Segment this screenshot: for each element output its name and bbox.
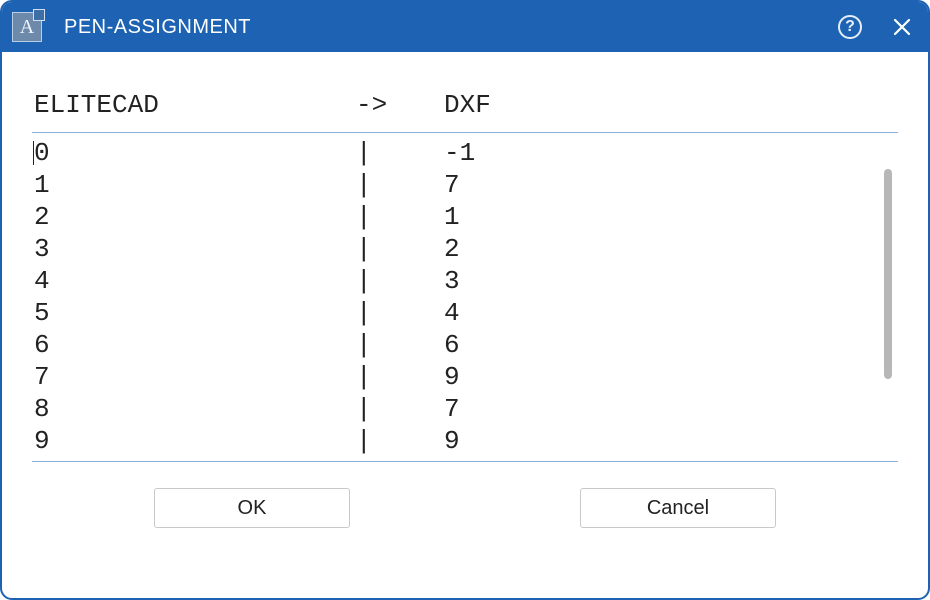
mapping-source-value: 4 <box>34 265 356 297</box>
header-target: DXF <box>426 90 896 120</box>
mapping-source-value: 6 <box>34 329 356 361</box>
mapping-separator: | <box>356 425 426 457</box>
column-headers: ELITECAD -> DXF <box>32 90 898 132</box>
button-row: OK Cancel <box>32 462 898 550</box>
mapping-row[interactable]: 1|7 <box>34 169 896 201</box>
ok-button[interactable]: OK <box>154 488 350 528</box>
mapping-source-value: 8 <box>34 393 356 425</box>
mapping-row[interactable]: 6|6 <box>34 329 896 361</box>
close-button[interactable] <box>890 15 914 39</box>
mapping-separator: | <box>356 137 426 169</box>
dialog-content: ELITECAD -> DXF 0|-11|72|13|24|35|46|67|… <box>2 52 928 598</box>
mapping-target-value: 6 <box>426 329 896 361</box>
mapping-target-value: 7 <box>426 169 896 201</box>
titlebar-buttons: ? <box>838 15 914 39</box>
mapping-target-value: 1 <box>426 201 896 233</box>
mapping-source-value: 0 <box>34 137 356 169</box>
scrollbar-thumb[interactable] <box>884 169 892 379</box>
mapping-row[interactable]: 5|4 <box>34 297 896 329</box>
mapping-target-value: 4 <box>426 297 896 329</box>
app-icon-letter: A <box>20 17 34 37</box>
mapping-separator: | <box>356 297 426 329</box>
mapping-source-value: 7 <box>34 361 356 393</box>
mapping-source-value: 3 <box>34 233 356 265</box>
mapping-row[interactable]: 2|1 <box>34 201 896 233</box>
mapping-separator: | <box>356 265 426 297</box>
mapping-row[interactable]: 7|9 <box>34 361 896 393</box>
mapping-target-value: 9 <box>426 425 896 457</box>
mapping-source-value: 5 <box>34 297 356 329</box>
cancel-button[interactable]: Cancel <box>580 488 776 528</box>
mapping-list[interactable]: 0|-11|72|13|24|35|46|67|98|79|9 <box>32 132 898 462</box>
mapping-separator: | <box>356 361 426 393</box>
help-icon: ? <box>845 18 855 36</box>
header-source: ELITECAD <box>34 90 356 120</box>
mapping-separator: | <box>356 329 426 361</box>
mapping-row[interactable]: 0|-1 <box>34 137 896 169</box>
app-icon: A <box>12 12 42 42</box>
help-button[interactable]: ? <box>838 15 862 39</box>
mapping-separator: | <box>356 201 426 233</box>
mapping-target-value: -1 <box>426 137 896 169</box>
mapping-separator: | <box>356 393 426 425</box>
mapping-source-value: 2 <box>34 201 356 233</box>
mapping-separator: | <box>356 233 426 265</box>
mapping-row[interactable]: 9|9 <box>34 425 896 457</box>
mapping-row[interactable]: 8|7 <box>34 393 896 425</box>
titlebar[interactable]: A PEN-ASSIGNMENT ? <box>2 2 928 52</box>
mapping-target-value: 7 <box>426 393 896 425</box>
header-arrow: -> <box>356 90 426 120</box>
mapping-target-value: 3 <box>426 265 896 297</box>
dialog-title: PEN-ASSIGNMENT <box>64 16 838 39</box>
cancel-button-label: Cancel <box>647 497 709 520</box>
close-icon <box>893 18 911 36</box>
mapping-target-value: 2 <box>426 233 896 265</box>
mapping-target-value: 9 <box>426 361 896 393</box>
mapping-source-value: 1 <box>34 169 356 201</box>
mapping-source-value: 9 <box>34 425 356 457</box>
mapping-separator: | <box>356 169 426 201</box>
mapping-list-body[interactable]: 0|-11|72|13|24|35|46|67|98|79|9 <box>32 133 898 461</box>
ok-button-label: OK <box>238 497 267 520</box>
mapping-row[interactable]: 4|3 <box>34 265 896 297</box>
mapping-row[interactable]: 3|2 <box>34 233 896 265</box>
pen-assignment-dialog: A PEN-ASSIGNMENT ? ELITECAD -> DXF 0|-11… <box>0 0 930 600</box>
